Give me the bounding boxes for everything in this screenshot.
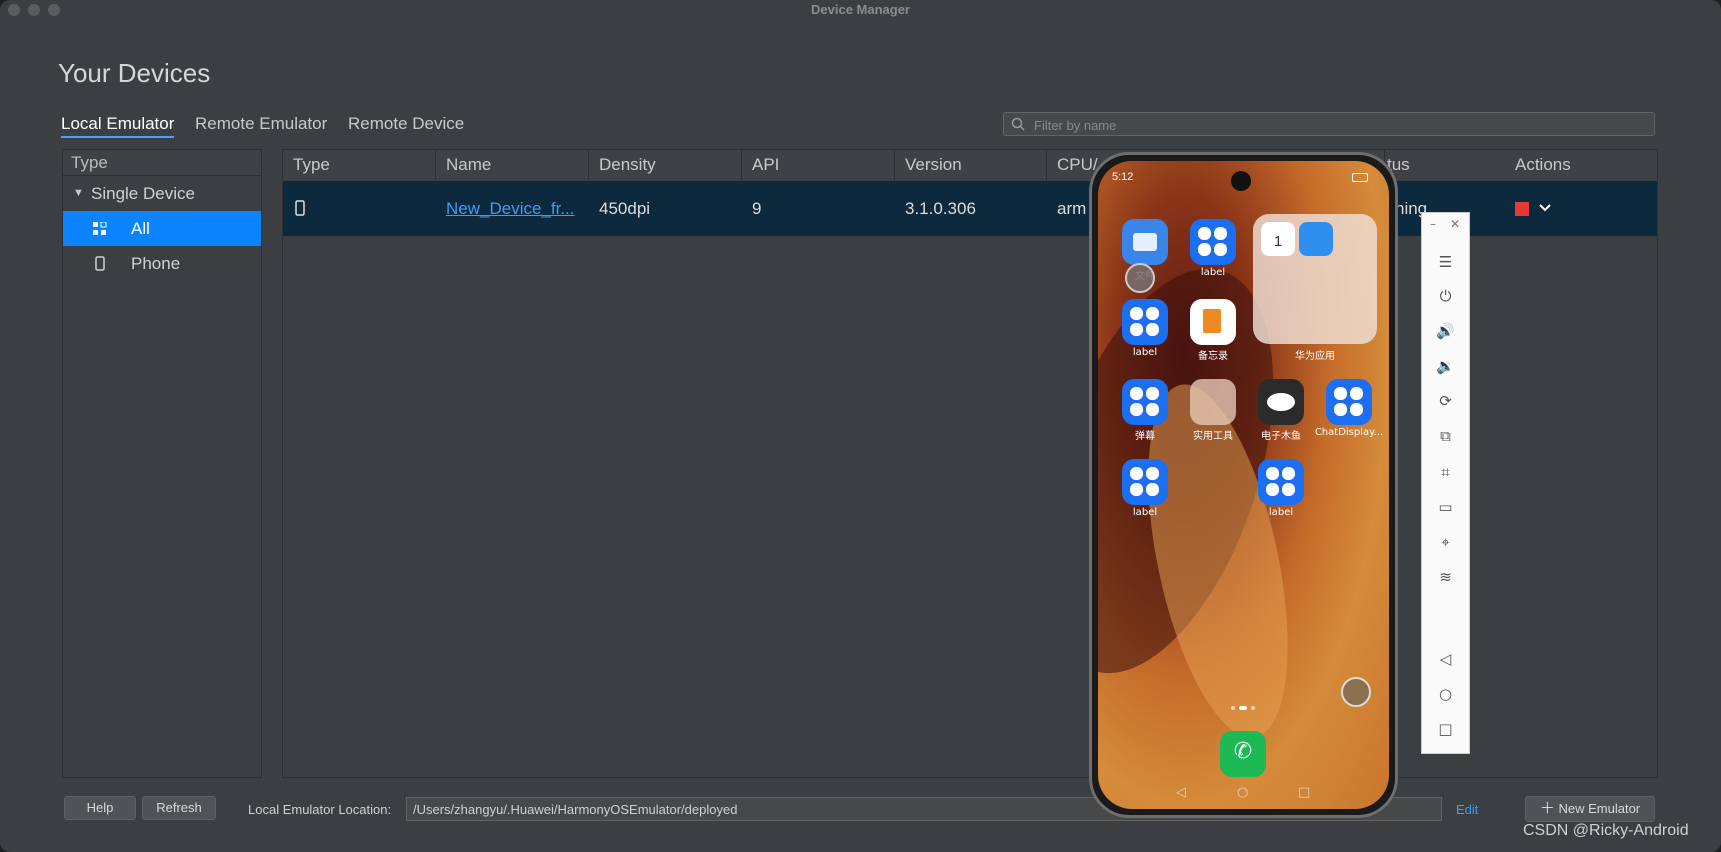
column-header-name[interactable]: Name [436,150,589,180]
fold-icon[interactable]: ⧉ [1422,427,1469,445]
chatdisplay-app-icon[interactable] [1326,379,1372,425]
column-header-version[interactable]: Version [895,150,1047,180]
page-title: Your Devices [58,58,211,88]
wooden-fish-app-icon[interactable] [1258,379,1304,425]
huawei-apps-folder[interactable]: 1 [1253,214,1377,344]
close-icon[interactable]: ✕ [1450,217,1460,231]
row-name-cell: New_Device_fr... [436,181,589,236]
row-version-cell: 3.1.0.306 [905,199,976,218]
danmu-app-icon[interactable] [1122,379,1168,425]
tab-remote-device[interactable]: Remote Device [348,114,464,134]
tab-remote-emulator[interactable]: Remote Emulator [195,114,327,134]
files-app-icon[interactable] [1122,219,1168,265]
window-title: Device Manager [811,2,910,17]
type-sidebar: Type ▼ Single Device All Phone [62,149,262,778]
sidebar-group-label: Single Device [91,184,195,203]
tab-local-emulator[interactable]: Local Emulator [61,114,175,138]
app-label: 弹幕 [1135,431,1155,442]
memo-app-icon[interactable] [1190,299,1236,345]
touch-point [1125,263,1155,293]
sidebar-item-label: All [131,219,150,238]
column-header-api[interactable]: API [742,150,895,180]
app-label: label [1132,347,1158,358]
label-app-icon[interactable] [1122,299,1168,345]
tools-folder-icon[interactable] [1190,379,1236,425]
sidebar-item-label: Phone [131,254,181,273]
filter-input[interactable] [1032,113,1646,137]
column-header-type[interactable]: Type [283,150,436,180]
label-app-icon[interactable] [1258,459,1304,505]
page-indicator [1231,706,1255,710]
wifi-icon[interactable]: ≋ [1422,568,1469,586]
stop-button[interactable] [1515,202,1529,216]
row-actions-cell [1505,181,1657,236]
app-label: 备忘录 [1198,351,1228,362]
folder-icon [1133,233,1157,251]
emulator-toolbar: – ✕ ☰ ⏻ 🔊 🔉 ⟳ ⧉ ⌗ ▭ ⌖ ≋ ◁ ○ □ [1421,212,1470,754]
mail-icon [1299,222,1333,256]
new-emulator-button[interactable]: ＋ New Emulator [1525,796,1655,822]
home-icon[interactable]: ○ [1422,685,1469,703]
calendar-icon: 1 [1261,222,1295,256]
app-label: 实用工具 [1193,431,1233,442]
label-app-icon[interactable] [1190,219,1236,265]
new-emulator-label: New Emulator [1558,801,1641,816]
status-time: 5:12 [1112,171,1134,183]
location-label: Local Emulator Location: [248,802,392,817]
plus-icon: ＋ [1539,800,1555,817]
search-icon [1011,117,1025,131]
front-camera [1231,171,1251,191]
phone-app-icon[interactable]: ✆ [1220,731,1266,777]
app-label: 电子木鱼 [1261,431,1301,442]
app-label: label [1200,267,1226,278]
app-label: label [1268,507,1294,518]
chevron-down-icon[interactable] [1539,203,1551,213]
phone-icon [295,200,305,216]
rotate-icon[interactable]: ⟳ [1422,392,1469,410]
note-icon [1203,309,1221,333]
sidebar-header: Type [63,150,261,176]
sidebar-item-all[interactable]: All [63,211,261,246]
row-density-cell: 450dpi [599,199,651,218]
column-header-actions: Actions [1505,150,1657,180]
call-icon: ✆ [1233,739,1253,764]
back-icon[interactable]: ◁ [1422,650,1469,668]
app-label: label [1132,507,1158,518]
battery-icon[interactable]: ▭ [1422,498,1469,516]
filter-box[interactable] [1003,112,1655,137]
phone-icon [95,256,105,271]
refresh-button[interactable]: Refresh [142,796,216,820]
minimize-icon[interactable]: – [1430,217,1436,231]
app-label: ChatDisplay... [1314,427,1384,438]
emulator-screen[interactable]: 5:12 文件 label 1 华为应用 label 备忘录 [1098,161,1389,809]
touch-point [1341,677,1371,707]
help-button[interactable]: Help [64,796,136,820]
column-header-density[interactable]: Density [589,150,742,180]
battery-icon [1352,173,1368,182]
row-api-cell: 9 [752,199,762,218]
watermark: CSDN @Ricky-Android [1523,822,1689,839]
screenshot-icon[interactable]: ⌗ [1422,463,1469,481]
emulator-phone[interactable]: 5:12 文件 label 1 华为应用 label 备忘录 [1089,152,1398,818]
recents-icon[interactable]: □ [1422,720,1469,738]
back-icon[interactable]: ◁ [1176,785,1186,800]
power-icon[interactable]: ⏻ [1422,287,1469,305]
home-icon[interactable]: ○ [1237,785,1248,800]
fish-icon [1267,393,1295,411]
chevron-down-icon: ▼ [73,187,84,199]
location-icon[interactable]: ⌖ [1422,533,1469,551]
row-type-cell [283,181,436,236]
recents-icon[interactable]: □ [1298,785,1310,800]
sidebar-item-phone[interactable]: Phone [63,246,261,281]
volume-up-icon[interactable]: 🔊 [1422,322,1469,340]
edit-link[interactable]: Edit [1456,802,1478,817]
grid-icon [93,222,107,235]
menu-icon[interactable]: ☰ [1422,253,1469,271]
device-name-link[interactable]: New_Device_fr... [446,199,575,218]
sidebar-group-single-device[interactable]: ▼ Single Device [63,176,261,211]
label-app-icon[interactable] [1122,459,1168,505]
app-label: 华为应用 [1295,351,1335,362]
volume-down-icon[interactable]: 🔉 [1422,357,1469,375]
